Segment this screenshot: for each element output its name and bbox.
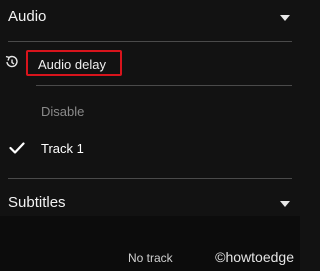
audio-section-header[interactable]: Audio	[0, 0, 300, 34]
caret-down-icon[interactable]	[280, 15, 290, 21]
audio-bottom-divider	[8, 178, 292, 179]
audio-divider	[8, 41, 292, 42]
track-label-disable: Disable	[41, 104, 85, 119]
audio-delay-highlight-box	[26, 50, 122, 76]
audio-track-1[interactable]: Track 1	[0, 135, 300, 161]
watermark-text: ©howtoedge	[215, 249, 294, 265]
subtitle-track-label: No track	[128, 251, 173, 265]
audio-section-title: Audio	[8, 8, 47, 25]
subtitles-section-title: Subtitles	[8, 194, 66, 211]
audio-delay-divider	[36, 85, 292, 86]
subtitles-section-header[interactable]: Subtitles	[0, 186, 300, 220]
check-icon	[9, 142, 25, 154]
track-label-track-1: Track 1	[41, 141, 84, 156]
audio-track-disable[interactable]: Disable	[0, 98, 300, 124]
history-clock-icon	[5, 55, 18, 68]
caret-down-icon[interactable]	[280, 201, 290, 207]
